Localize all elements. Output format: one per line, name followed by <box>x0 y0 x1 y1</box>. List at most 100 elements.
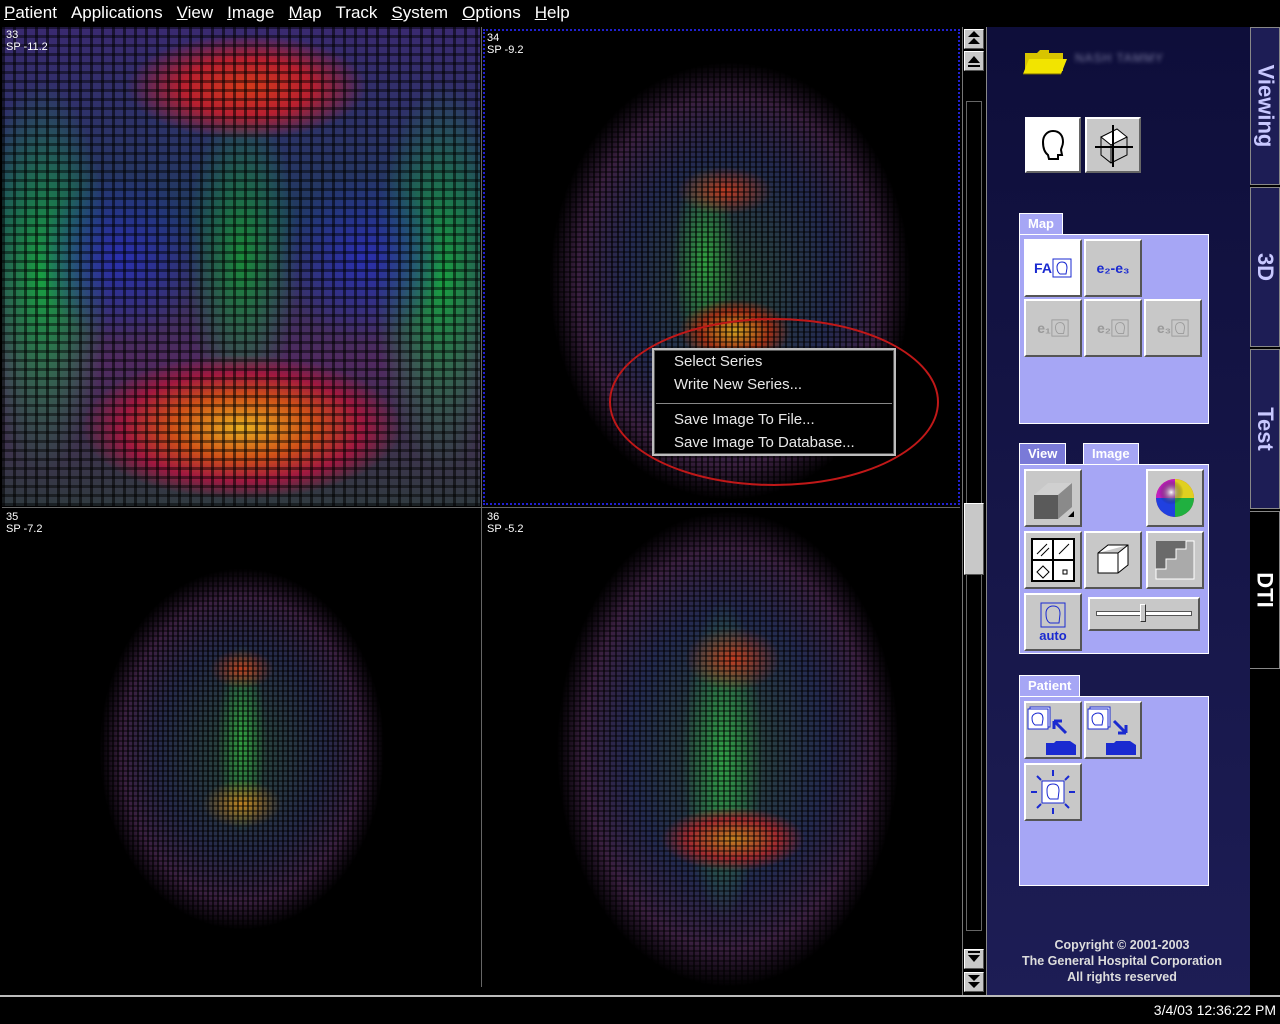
staircase-icon <box>1155 540 1195 580</box>
slice-plane-button[interactable] <box>1085 117 1141 173</box>
menu-system[interactable]: System <box>391 3 448 23</box>
menu-track[interactable]: Track <box>336 3 378 23</box>
tab-view[interactable]: View <box>1019 443 1067 464</box>
menu-mnemonic: H <box>534 3 547 22</box>
copyright-line: Copyright © 2001-2003 <box>1054 938 1190 952</box>
scroll-first-button[interactable] <box>964 29 984 49</box>
timestamp: 3/4/03 12:36:22 PM <box>1153 1002 1276 1018</box>
slice-number: 33 <box>6 29 19 41</box>
slice-position: SP -9.2 <box>487 44 524 56</box>
slice-position: SP -7.2 <box>6 523 43 535</box>
menu-label: elp <box>546 3 570 22</box>
auto-label: auto <box>1039 627 1067 643</box>
menu-mnemonic: O <box>462 3 476 22</box>
slice-position: SP -5.2 <box>487 523 524 535</box>
menu-label: iew <box>187 3 214 22</box>
head-icon <box>1051 319 1069 337</box>
viewport-36[interactable]: 36 SP -5.2 <box>483 509 960 987</box>
tab-dti[interactable]: DTI <box>1250 511 1280 669</box>
head-view-button[interactable] <box>1025 117 1081 173</box>
menu-separator <box>656 403 892 404</box>
e2-e3-map-button[interactable]: e₂-e₃ <box>1084 239 1142 297</box>
scroll-last-button[interactable] <box>964 972 984 992</box>
menu-help[interactable]: Help <box>535 3 570 23</box>
tab-label: DTI <box>1252 572 1278 608</box>
viewport-33[interactable]: 33 SP -11.2 <box>2 27 480 506</box>
series-scrollbar[interactable] <box>962 27 984 995</box>
menu-item-select-series[interactable]: Select Series <box>674 353 762 370</box>
menu-label: Applications <box>70 3 163 22</box>
menu-mnemonic: V <box>176 3 188 22</box>
copyright-line: All rights reserved <box>1067 970 1177 984</box>
auto-window-button[interactable]: auto <box>1024 593 1082 651</box>
save-series-button[interactable] <box>1084 701 1142 759</box>
map-group: FA e₂-e₃ e₁ e₂ e₃ <box>1019 234 1209 424</box>
folder-icon[interactable] <box>1023 49 1067 75</box>
tab-map[interactable]: Map <box>1019 213 1063 234</box>
head-icon <box>1041 129 1065 160</box>
patient-name: NASH TAMMY <box>1075 51 1164 65</box>
viewport-label: 33 SP -11.2 <box>6 29 48 53</box>
quad-layout-button[interactable] <box>1024 531 1082 589</box>
menu-mnemonic: S <box>391 3 403 22</box>
down-arrow-icon <box>968 951 980 962</box>
frame-divider <box>0 995 1280 997</box>
slice-number: 36 <box>487 511 500 523</box>
load-series-button[interactable] <box>1024 701 1082 759</box>
head-icon <box>1052 258 1072 278</box>
tab-patient[interactable]: Patient <box>1019 675 1081 696</box>
copyright-notice: Copyright © 2001-2003 The General Hospit… <box>987 937 1257 985</box>
gray-cube-icon <box>1034 483 1074 519</box>
menu-item-save-image-to-database[interactable]: Save Image To Database... <box>674 434 855 451</box>
slice-position: SP -11.2 <box>6 41 48 53</box>
menu-map[interactable]: Map <box>288 3 321 23</box>
series-from-folder-icon <box>1087 706 1136 755</box>
render-box-button[interactable] <box>1024 469 1082 527</box>
menu-label: ptions <box>475 3 521 22</box>
scroll-up-button[interactable] <box>964 51 984 71</box>
tab-test[interactable]: Test <box>1250 349 1280 509</box>
menu-image[interactable]: Image <box>227 3 274 23</box>
tab-label: Test <box>1253 407 1279 451</box>
auto-window-content: auto <box>1039 602 1067 643</box>
e2-map-button: e₂ <box>1084 299 1142 357</box>
slice-number: 35 <box>6 511 19 523</box>
contrast-slider[interactable] <box>1088 597 1200 631</box>
viewport-label: 36 SP -5.2 <box>487 511 524 535</box>
highlight-patient-button[interactable] <box>1024 763 1082 821</box>
double-down-arrow-icon <box>968 975 980 988</box>
e1-label: e₁ <box>1037 320 1051 336</box>
viewport-35[interactable]: 35 SP -7.2 <box>2 509 480 987</box>
patient-group <box>1019 696 1209 886</box>
scroll-thumb[interactable] <box>964 502 984 575</box>
color-sphere-icon <box>1156 479 1194 517</box>
double-up-arrow-icon <box>968 31 980 44</box>
fa-map-button[interactable]: FA <box>1024 239 1082 297</box>
scroll-down-button[interactable] <box>964 949 984 969</box>
menu-item-save-image-to-file[interactable]: Save Image To File... <box>674 411 815 428</box>
menu-item-write-new-series[interactable]: Write New Series... <box>674 376 802 393</box>
wireframe-cube-button[interactable] <box>1084 531 1142 589</box>
tab-label: Viewing <box>1253 64 1279 148</box>
app-window: Patient Applications View Image Map Trac… <box>0 0 1280 1024</box>
tab-viewing[interactable]: Viewing <box>1250 27 1280 185</box>
menu-view[interactable]: View <box>177 3 214 23</box>
menu-label: Track <box>335 3 378 22</box>
staircase-button[interactable] <box>1146 531 1204 589</box>
menu-patient[interactable]: Patient <box>4 3 57 23</box>
tab-image[interactable]: Image <box>1083 443 1139 464</box>
slider-knob[interactable] <box>1140 604 1147 622</box>
menu-options[interactable]: Options <box>462 3 521 23</box>
menu-mnemonic: P <box>4 3 16 22</box>
color-sphere-button[interactable] <box>1146 469 1204 527</box>
tab-3d[interactable]: 3D <box>1250 187 1280 347</box>
menu-applications[interactable]: Applications <box>71 3 163 23</box>
e3-map-button: e₃ <box>1144 299 1202 357</box>
slice-planes-icon <box>1095 125 1133 167</box>
tab-label: 3D <box>1253 252 1278 282</box>
context-menu: Select Series Write New Series... Save I… <box>652 348 896 456</box>
head-burst-icon <box>1031 770 1075 814</box>
e2-label: e₂ <box>1096 320 1111 336</box>
e3-label: e₃ <box>1156 320 1172 336</box>
wireframe-cube-icon <box>1097 544 1129 574</box>
